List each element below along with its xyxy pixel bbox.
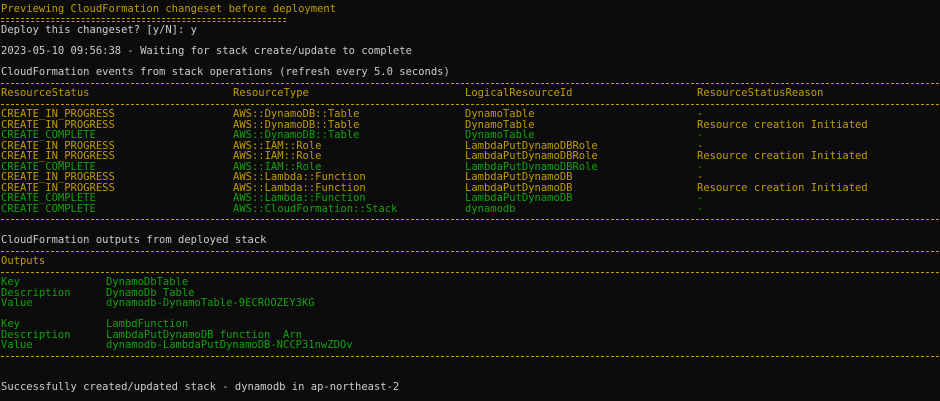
event-row: CREATE_IN_PROGRESS AWS::IAM::Role LambdaPu… [1, 151, 939, 162]
header-resource-type: ResourceType [233, 88, 309, 99]
double-divider [1, 15, 939, 26]
output-value-label: Value [1, 298, 33, 309]
output-value-value: dynamodb-DynamoTable-9ECROOZEY3KG [106, 298, 315, 309]
event-logical-id: DynamoTable [465, 130, 535, 141]
event-logical-id: LambdaPutDynamoDB [465, 193, 573, 204]
event-resource-type: AWS::Lambda::Function [233, 182, 366, 193]
event-logical-id: LambdaPutDynamoDBRole [465, 161, 598, 172]
terminal-window: { "preview_header": "Previewing CloudFor… [0, 0, 940, 401]
event-status: CREATE_IN_PROGRESS [1, 151, 115, 162]
event-status-reason: - [697, 161, 704, 172]
event-logical-id: dynamodb [465, 203, 516, 214]
output-key-value: LambdFunction [106, 319, 189, 330]
event-row: CREATE_COMPLETE AWS::CloudFormation::Stac… [1, 204, 939, 215]
terminal-output: Previewing CloudFormation changeset befo… [1, 4, 939, 393]
output-description-row: Description DynamoDb Table [1, 288, 939, 299]
event-row: CREATE_COMPLETE AWS::DynamoDB::Table Dynam… [1, 130, 939, 141]
event-status-reason: - [697, 130, 704, 141]
outputs-title: CloudFormation outputs from deployed sta… [1, 235, 267, 246]
output-value-row: Value dynamodb-LambdaPutDynamoDB-NCCP31nw… [1, 340, 939, 351]
outputs-divider-bottom [1, 351, 939, 362]
event-resource-type: AWS::Lambda::Function [233, 172, 366, 183]
event-resource-type: AWS::DynamoDB::Table [233, 119, 360, 130]
event-status: CREATE_IN_PROGRESS [1, 119, 115, 130]
event-status-reason: Resource creation Initiated [697, 182, 868, 193]
event-row: CREATE_IN_PROGRESS AWS::DynamoDB::Table Dy… [1, 109, 939, 120]
event-row: CREATE_IN_PROGRESS AWS::Lambda::Function L… [1, 183, 939, 194]
event-row: CREATE_COMPLETE AWS::Lambda::Function Lamb… [1, 193, 939, 204]
event-status-reason: - [697, 109, 704, 120]
event-status: CREATE_COMPLETE [1, 130, 96, 141]
output-description-label: Description [1, 329, 71, 340]
event-logical-id: DynamoTable [465, 119, 535, 130]
success-message: Successfully created/updated stack - dyn… [1, 382, 400, 393]
event-status: CREATE_COMPLETE [1, 161, 96, 172]
header-resource-status: ResourceStatus [1, 88, 90, 99]
events-divider-bottom [1, 214, 939, 225]
event-status: CREATE_IN_PROGRESS [1, 109, 115, 120]
header-logical-resource-id: LogicalResourceId [465, 88, 573, 99]
output-block-2: Key LambdFunction Description LambdaPutDyn… [1, 319, 939, 351]
output-block-1: Key DynamoDbTable Description DynamoDb Tab… [1, 277, 939, 309]
output-key-label: Key [1, 319, 20, 330]
output-value-label: Value [1, 340, 33, 351]
deploy-prompt: Deploy this changeset? [y/N]: y [1, 25, 197, 36]
event-status: CREATE_COMPLETE [1, 203, 96, 214]
header-status-reason: ResourceStatusReason [697, 88, 824, 99]
event-status: CREATE_IN_PROGRESS [1, 140, 115, 151]
event-status-reason: - [697, 203, 704, 214]
event-resource-type: AWS::IAM::Role [233, 140, 322, 151]
outputs-divider-top [1, 246, 939, 257]
events-divider-mid [1, 99, 939, 110]
outputs-header: Outputs [1, 256, 46, 267]
event-resource-type: AWS::DynamoDB::Table [233, 109, 360, 120]
event-row: CREATE_IN_PROGRESS AWS::Lambda::Function L… [1, 172, 939, 183]
output-description-value: LambdaPutDynamoDB function Arn [106, 329, 302, 340]
output-key-row: Key LambdFunction [1, 319, 939, 330]
output-description-value: DynamoDb Table [106, 287, 195, 298]
outputs-divider-mid [1, 267, 939, 278]
event-status: CREATE_IN_PROGRESS [1, 172, 115, 183]
event-status: CREATE_IN_PROGRESS [1, 182, 115, 193]
event-resource-type: AWS::CloudFormation::Stack [233, 203, 398, 214]
output-key-row: Key DynamoDbTable [1, 277, 939, 288]
waiting-message: 2023-05-10 09:56:38 - Waiting for stack … [1, 46, 412, 57]
event-resource-type: AWS::IAM::Role [233, 151, 322, 162]
events-divider-top [1, 78, 939, 89]
event-logical-id: DynamoTable [465, 109, 535, 120]
output-key-value: DynamoDbTable [106, 277, 189, 288]
event-logical-id: LambdaPutDynamoDB [465, 182, 573, 193]
event-logical-id: LambdaPutDynamoDBRole [465, 140, 598, 151]
events-table-body: CREATE_IN_PROGRESS AWS::DynamoDB::Table Dy… [1, 109, 939, 214]
output-value-row: Value dynamodb-DynamoTable-9ECROOZEY3KG [1, 298, 939, 309]
output-description-row: Description LambdaPutDynamoDB function Ar… [1, 330, 939, 341]
preview-header: Previewing CloudFormation changeset befo… [1, 4, 337, 15]
event-status-reason: - [697, 193, 704, 204]
event-row: CREATE_COMPLETE AWS::IAM::Role LambdaPutDy… [1, 162, 939, 173]
event-resource-type: AWS::Lambda::Function [233, 193, 366, 204]
event-status: CREATE_COMPLETE [1, 193, 96, 204]
event-row: CREATE_IN_PROGRESS AWS::DynamoDB::Table Dy… [1, 120, 939, 131]
event-row: CREATE_IN_PROGRESS AWS::IAM::Role LambdaPu… [1, 141, 939, 152]
events-title: CloudFormation events from stack operati… [1, 67, 450, 78]
event-status-reason: - [697, 140, 704, 151]
events-header-row: ResourceStatus ResourceType LogicalResou… [1, 88, 939, 99]
event-status-reason: Resource creation Initiated [697, 119, 868, 130]
event-logical-id: LambdaPutDynamoDB [465, 172, 573, 183]
event-logical-id: LambdaPutDynamoDBRole [465, 151, 598, 162]
event-resource-type: AWS::IAM::Role [233, 161, 322, 172]
event-status-reason: - [697, 172, 704, 183]
output-key-label: Key [1, 277, 20, 288]
event-resource-type: AWS::DynamoDB::Table [233, 130, 360, 141]
output-description-label: Description [1, 287, 71, 298]
event-status-reason: Resource creation Initiated [697, 151, 868, 162]
output-value-value: dynamodb-LambdaPutDynamoDB-NCCP31nwZDOv [106, 340, 353, 351]
